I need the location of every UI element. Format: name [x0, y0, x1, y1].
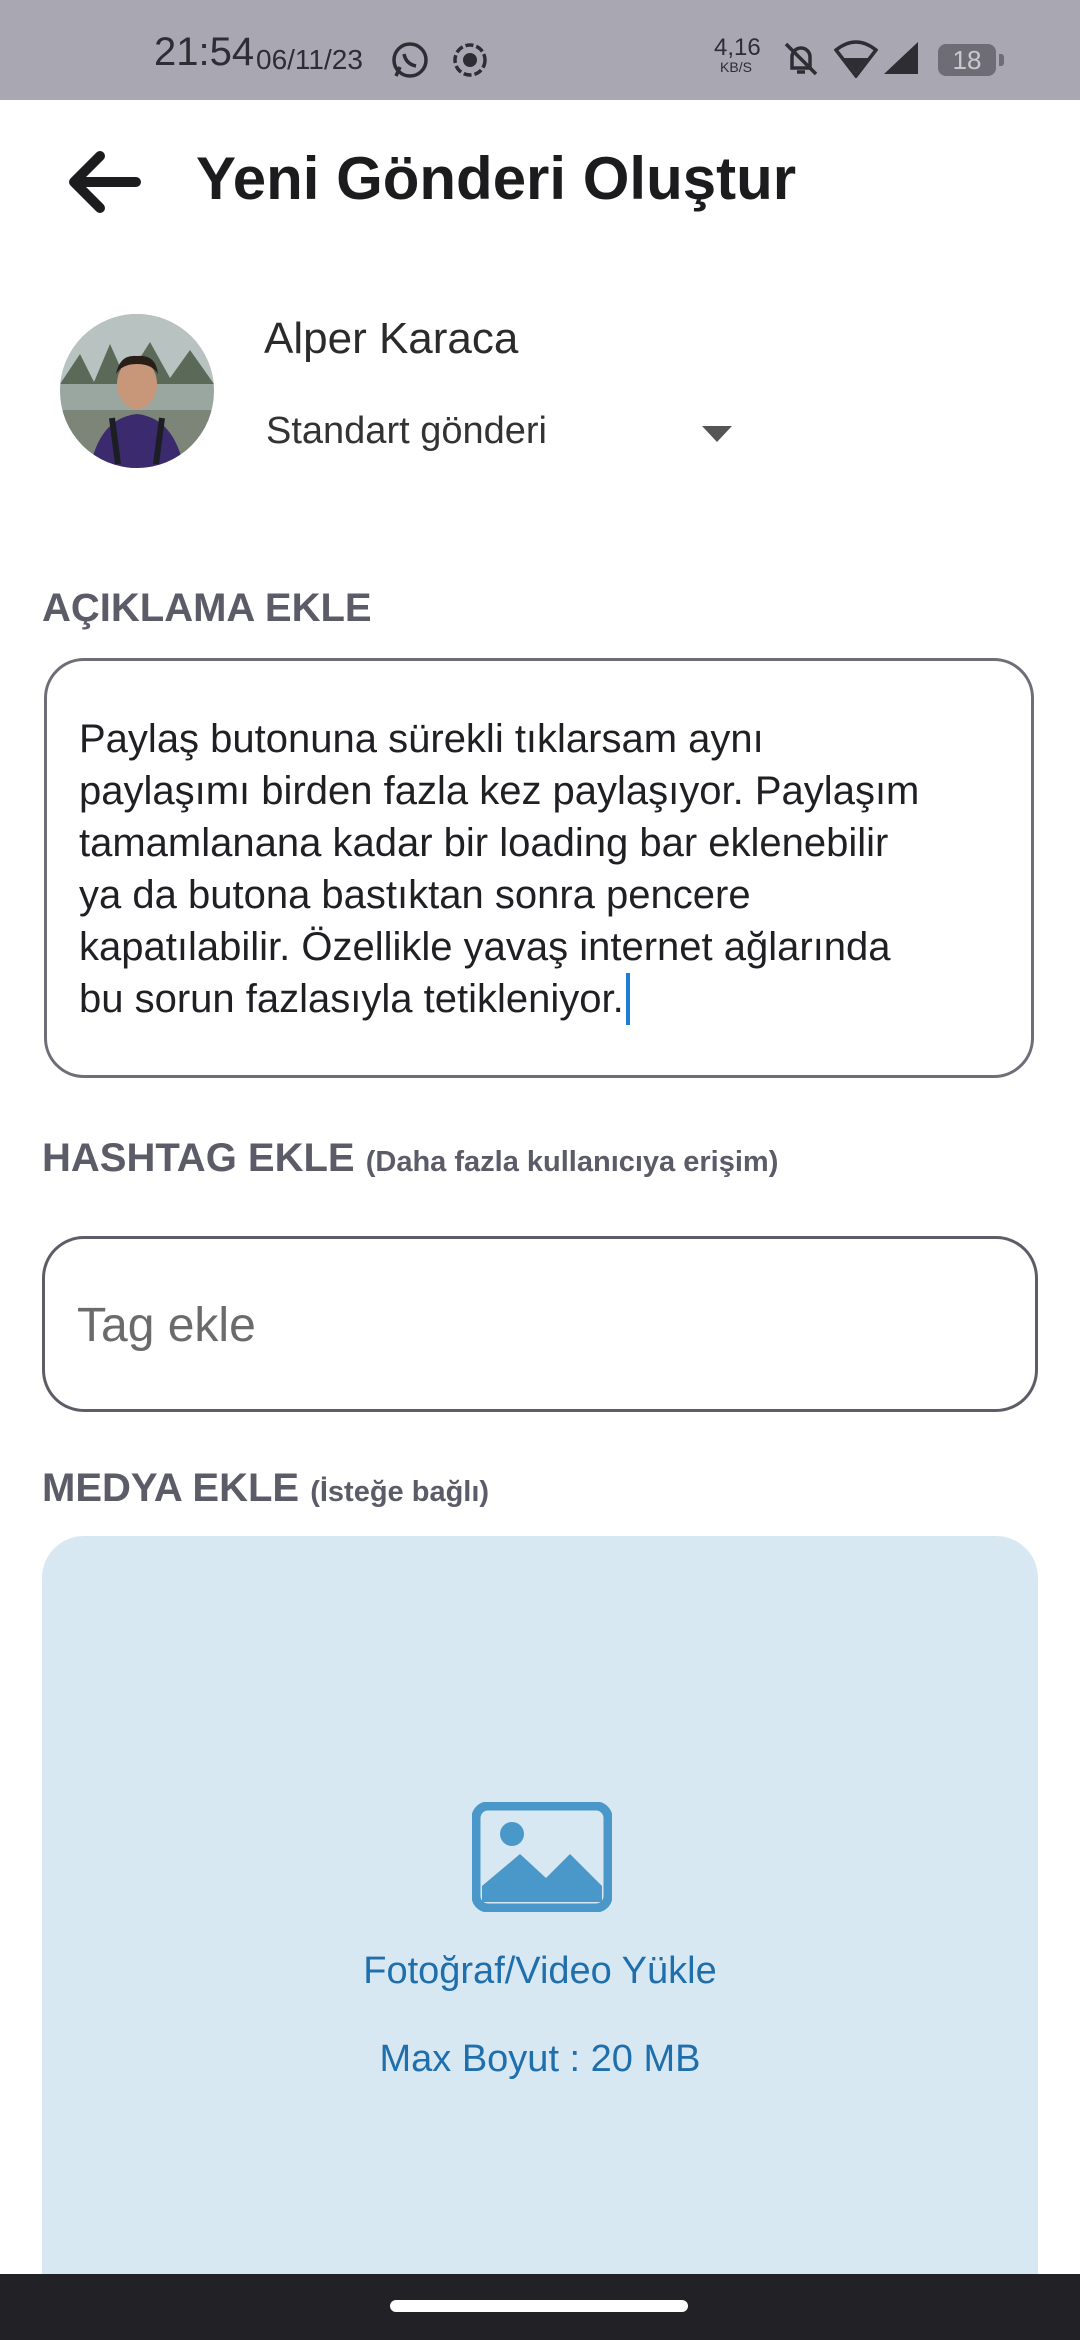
- hashtag-label: HASHTAG EKLE (Daha fazla kullanıcıya eri…: [42, 1136, 779, 1180]
- description-field[interactable]: Paylaş butonuna sürekli tıklarsam aynı p…: [44, 658, 1034, 1078]
- status-bar: 21:54 06/11/23 4,16 KB/S 18: [0, 0, 1080, 100]
- signal-icon: [882, 40, 920, 81]
- description-text[interactable]: Paylaş butonuna sürekli tıklarsam aynı p…: [79, 713, 1014, 1025]
- media-upload-area[interactable]: Fotoğraf/Video Yükle Max Boyut : 20 MB: [42, 1536, 1038, 2296]
- avatar: [60, 314, 214, 468]
- home-gesture-handle[interactable]: [390, 2300, 688, 2312]
- text-caret: [625, 973, 630, 1025]
- bell-off-icon: [782, 40, 820, 83]
- user-name: Alper Karaca: [264, 314, 519, 363]
- image-icon: [471, 1801, 613, 1913]
- network-speed: 4,16 KB/S: [714, 34, 761, 75]
- navigation-bar: [0, 2274, 1080, 2340]
- chevron-down-icon[interactable]: [700, 424, 734, 444]
- app-header: Yeni Gönderi Oluştur: [0, 100, 1080, 260]
- status-date: 06/11/23: [256, 44, 363, 75]
- media-sublabel: (İsteğe bağlı): [310, 1476, 490, 1508]
- battery-indicator: 18: [938, 44, 1004, 76]
- screen-record-icon: [450, 40, 490, 85]
- page-title: Yeni Gönderi Oluştur: [196, 145, 797, 212]
- post-type-select[interactable]: Standart gönderi: [266, 410, 547, 453]
- status-time: 21:54: [154, 30, 255, 74]
- upload-media-button[interactable]: Fotoğraf/Video Yükle: [42, 1950, 1038, 1993]
- tag-input[interactable]: [75, 1289, 999, 1361]
- tag-field[interactable]: [42, 1236, 1038, 1412]
- whatsapp-icon: [390, 40, 430, 85]
- arrow-left-icon: [69, 151, 141, 213]
- back-button[interactable]: [62, 140, 146, 224]
- max-size-text: Max Boyut : 20 MB: [379, 2038, 701, 2080]
- description-label: AÇIKLAMA EKLE: [42, 586, 372, 630]
- media-label: MEDYA EKLE (İsteğe bağlı): [42, 1466, 490, 1510]
- wifi-icon: [833, 40, 879, 83]
- hashtag-sublabel: (Daha fazla kullanıcıya erişim): [365, 1146, 779, 1178]
